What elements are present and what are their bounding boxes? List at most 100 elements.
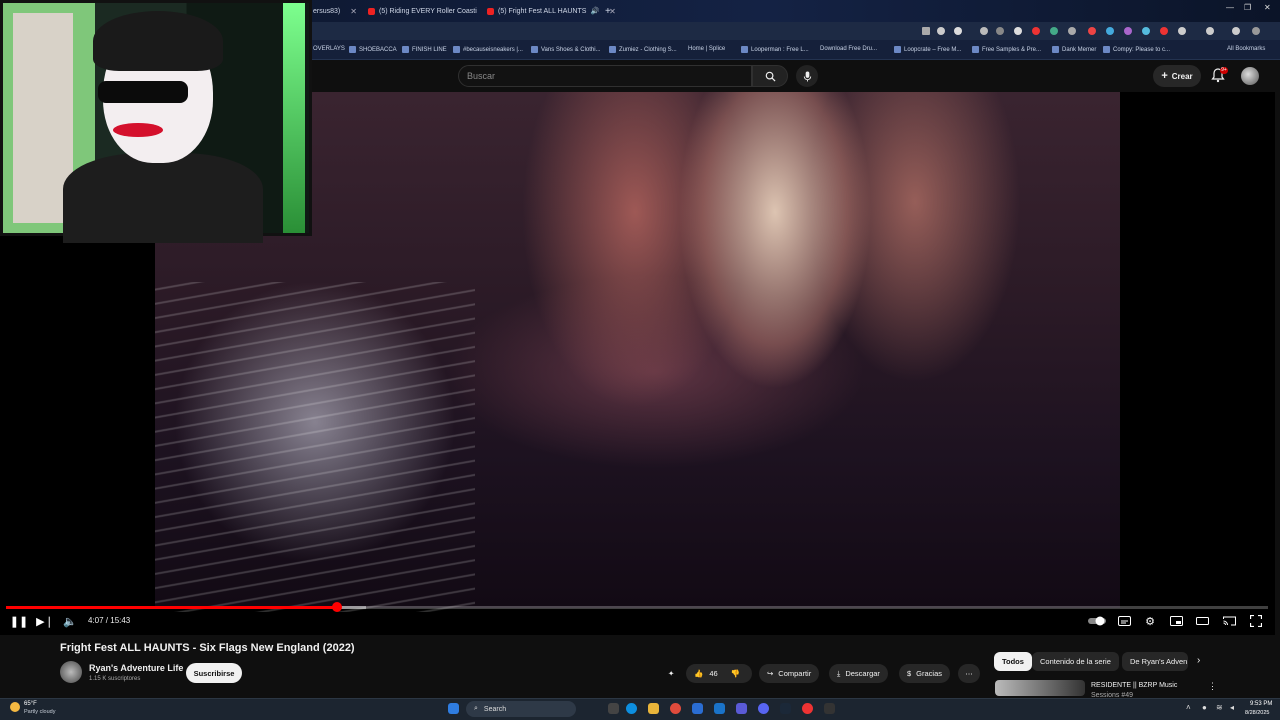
store-icon[interactable] [692,703,703,714]
share-button[interactable]: ↪ Compartir [759,664,820,683]
bookmark-label: #becauseisneakers |... [463,46,523,53]
bookmark-item[interactable]: Looperman : Free L... [741,46,809,53]
close-icon[interactable]: ✕ [350,7,357,16]
bookmark-item[interactable]: FINISH LINE [402,46,447,53]
wifi-icon[interactable]: ≋ [1216,703,1223,712]
tray-chevron-icon[interactable]: ˄ [1186,703,1191,712]
mic-tray-icon[interactable]: ● [1202,703,1207,712]
tab-1[interactable]: ersus83) ✕ [313,2,357,20]
bookmark-item[interactable]: Dank Memer [1052,46,1096,53]
bookmark-item[interactable]: OVERLAYS [313,46,345,52]
sidepanel-icon[interactable] [1206,27,1214,35]
bookmark-item[interactable]: #becauseisneakers |... [453,46,523,53]
clock-date[interactable]: 8/28/2025 [1245,710,1269,716]
tab-2[interactable]: (5) Riding EVERY Roller Coasti✕ [368,2,493,20]
edge-icon[interactable] [626,703,637,714]
bookmark-item[interactable]: Download Free Dru... [820,46,877,52]
channel-name[interactable]: Ryan's Adventure Life [89,663,183,673]
chrome-icon[interactable] [670,703,681,714]
bookmark-item[interactable]: Zumiez - Clothing S... [609,46,677,53]
app-icon[interactable] [802,703,813,714]
create-button[interactable]: + Crear [1153,65,1201,87]
chip-all[interactable]: Todos [994,652,1032,671]
theater-mode-icon[interactable] [1194,613,1210,629]
bookmark-item[interactable]: Home | Splice [688,46,725,52]
bookmark-item[interactable]: Compy: Please to c... [1103,46,1170,53]
extension-icon[interactable] [1068,27,1076,35]
download-button[interactable]: ⤓ Descargar [829,664,888,683]
extension-icon[interactable] [1088,27,1096,35]
profile-icon[interactable] [1232,27,1240,35]
extension-icon[interactable] [996,27,1004,35]
chevron-right-icon[interactable]: › [1197,655,1200,666]
taskbar-search[interactable]: ⌕ Search [466,701,576,717]
bookmark-item[interactable]: Vans Shoes & Clothi... [531,46,601,53]
dislike-button[interactable]: 👎 [731,669,740,678]
windows-start-icon[interactable] [448,703,459,714]
chip-channel[interactable]: De Ryan's Adven [1122,652,1188,671]
bookmark-label: Home | Splice [688,46,726,52]
clock-time[interactable]: 9:53 PM [1250,701,1272,707]
pause-icon[interactable]: ❚❚ [10,613,28,629]
extension-icon[interactable] [1142,27,1150,35]
subscribe-button[interactable]: Suscribirse [186,663,242,683]
teams-icon[interactable] [736,703,747,714]
extension-icon[interactable] [1160,27,1168,35]
extension-icon[interactable] [1124,27,1132,35]
search-input[interactable]: Buscar [458,65,752,87]
thanks-button[interactable]: $ Gracias [899,664,951,683]
app-icon[interactable] [824,703,835,714]
like-button[interactable]: 👍 46 [694,669,718,678]
recommendation-thumbnail[interactable] [995,680,1085,696]
volume-icon[interactable]: 🔈 [62,613,78,629]
more-actions-button[interactable]: ⋯ [958,664,980,683]
cast-icon[interactable] [1221,613,1237,629]
bookmark-label: Zumiez - Clothing S... [619,46,677,53]
bookmark-item[interactable]: SHOEBACCA [349,46,397,53]
plus-icon: + [1161,70,1168,82]
settings-gear-icon[interactable]: ⚙ [1142,613,1158,629]
extension-icon[interactable] [1106,27,1114,35]
fullscreen-icon[interactable] [1248,613,1264,629]
minimize-icon[interactable]: — [1226,3,1234,12]
extension-icon[interactable] [1032,27,1040,35]
bookmark-item[interactable]: Free Samples & Pre... [972,46,1041,53]
all-bookmarks[interactable]: All Bookmarks [1227,46,1265,52]
voice-search-button[interactable] [796,65,818,87]
discord-icon[interactable] [758,703,769,714]
subtitles-icon[interactable] [1116,613,1132,629]
bookmark-icon [402,46,409,53]
cast-icon[interactable] [922,27,930,35]
recommendation-title[interactable]: RESIDENTE || BZRP Music [1091,682,1177,689]
extension-icon[interactable] [1014,27,1022,35]
kebab-menu-icon[interactable]: ⋮ [1208,681,1217,692]
outlook-icon[interactable] [714,703,725,714]
tab-3-active[interactable]: (5) Fright Fest ALL HAUNTS 🔊 ✕ [487,2,616,20]
maximize-icon[interactable]: ❐ [1244,3,1251,12]
extension-icon[interactable] [1050,27,1058,35]
share-label: Compartir [778,669,812,678]
menu-icon[interactable] [1252,27,1260,35]
chip-series[interactable]: Contenido de la serie [1032,652,1119,671]
next-icon[interactable]: ▶❘ [36,613,54,629]
autoplay-toggle[interactable] [1088,613,1108,629]
extension-icon[interactable] [980,27,988,35]
speaker-icon[interactable]: ◂ [1230,703,1234,712]
bookmark-item[interactable]: Loopcrate – Free M... [894,46,961,53]
avatar[interactable] [1241,67,1259,85]
search-button[interactable] [752,65,788,87]
weather-icon[interactable] [10,702,20,712]
puzzle-icon[interactable] [1178,27,1186,35]
weather-temp[interactable]: 65°F [24,701,37,707]
channel-avatar[interactable] [60,661,82,683]
close-window-icon[interactable]: ✕ [1264,3,1271,12]
task-view-icon[interactable] [608,703,619,714]
steam-icon[interactable] [780,703,791,714]
new-tab-button[interactable]: + [605,2,611,20]
star-icon[interactable] [954,27,962,35]
miniplayer-icon[interactable] [1168,613,1184,629]
progress-scrubber[interactable] [331,602,342,612]
zoom-icon[interactable] [937,27,945,35]
hype-button[interactable]: ✦ [668,664,674,683]
file-explorer-icon[interactable] [648,703,659,714]
